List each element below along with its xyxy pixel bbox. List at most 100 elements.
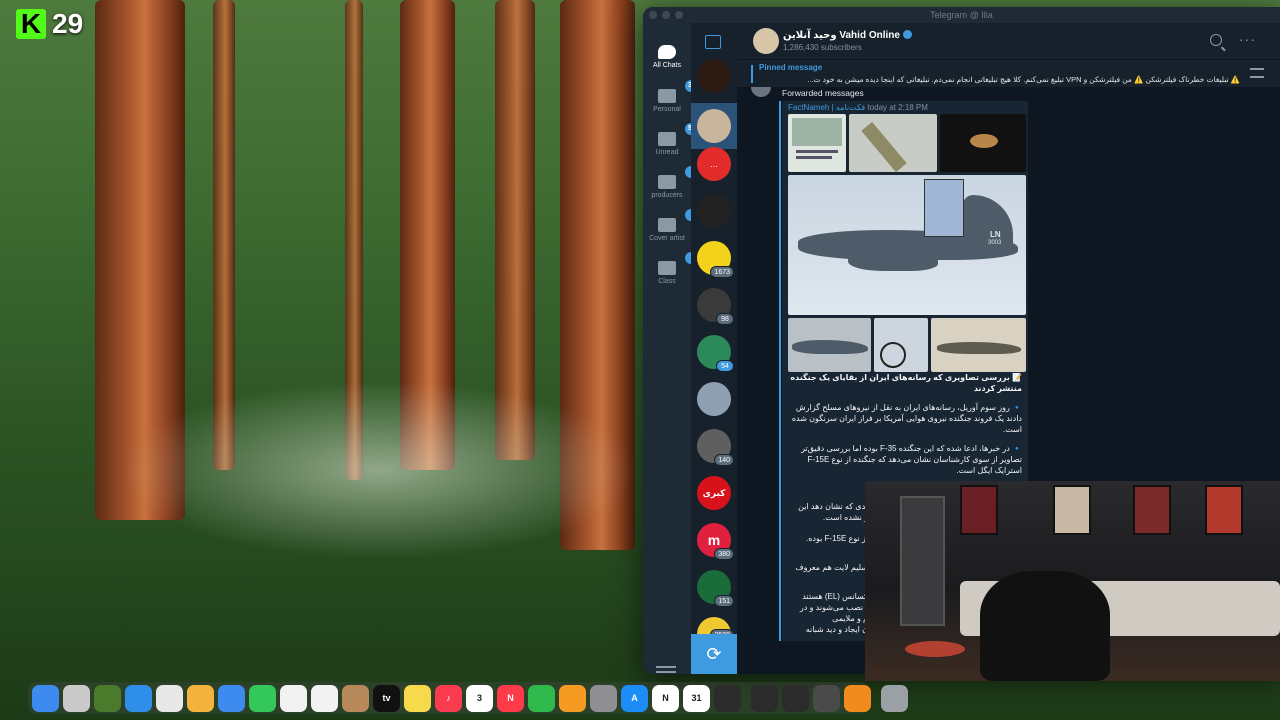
- chat-header[interactable]: وحید آنلاین Vahid Online 1,286,430 subsc…: [737, 23, 1280, 59]
- photo-thumbnail[interactable]: [849, 114, 937, 172]
- dock-app-numbers[interactable]: [528, 684, 555, 712]
- photo-thumbnail[interactable]: [940, 114, 1026, 172]
- dock-app-app-dark-2[interactable]: [751, 684, 778, 712]
- chat-avatar[interactable]: 98: [697, 288, 734, 325]
- folder-icon: 1: [658, 209, 701, 232]
- message-line: کسانس (EL) هستند: [802, 592, 868, 601]
- photo-thumbnail[interactable]: [788, 318, 871, 372]
- folder-label: All Chats: [652, 62, 681, 69]
- chat-avatar[interactable]: [697, 59, 731, 93]
- wall-poster: [1053, 485, 1091, 535]
- dock-app-launchpad[interactable]: [63, 684, 90, 712]
- pinned-text: ⚠️ تبلیغات خطرناک فیلترشکن ⚠️ من فیلترشک…: [807, 75, 1240, 84]
- chat-avatar[interactable]: 151: [697, 570, 734, 607]
- dock-app-unity[interactable]: [782, 684, 809, 712]
- folder-label: producers: [651, 192, 683, 199]
- window-titlebar[interactable]: Telegram @ Ilia: [643, 7, 1280, 23]
- dock-app-freeform[interactable]: [311, 684, 338, 712]
- dock: tv ♪ 3 N A N 31: [28, 682, 908, 714]
- folder-class[interactable]: 2 Class: [643, 252, 701, 285]
- chat-avatar[interactable]: [697, 194, 731, 228]
- photo-thumbnail[interactable]: [788, 114, 846, 172]
- message-line: سلیم لایت هم معروف: [795, 563, 868, 572]
- refresh-icon[interactable]: ⟳: [691, 634, 737, 674]
- pinned-message-bar[interactable]: Pinned message ⚠️ تبلیغات خطرناک فیلترشک…: [737, 59, 1280, 87]
- dock-app-photos[interactable]: [187, 684, 214, 712]
- dock-app-reminders[interactable]: [280, 684, 307, 712]
- search-icon[interactable]: [1210, 34, 1222, 46]
- chat-bubbles-icon: [658, 45, 676, 59]
- chat-avatar[interactable]: 140: [697, 429, 734, 466]
- message-time: today at 2:18 PM: [867, 103, 928, 112]
- wall-poster: [1133, 485, 1171, 535]
- folder-unread[interactable]: 534 Unread: [643, 123, 703, 156]
- dock-app-facetime[interactable]: [249, 684, 276, 712]
- dock-app-app-green[interactable]: [94, 684, 121, 712]
- stream-number: 29: [52, 8, 84, 39]
- unread-count: 380: [714, 548, 734, 560]
- dock-app-calendar-2[interactable]: 31: [683, 684, 710, 712]
- folder-icon: 393: [658, 80, 703, 103]
- dock-app-fl-studio[interactable]: [844, 684, 871, 712]
- more-options-icon[interactable]: ···: [1239, 31, 1256, 47]
- photo-thumbnail[interactable]: [931, 318, 1026, 372]
- verified-icon: [902, 30, 912, 39]
- dock-app-app-gray[interactable]: [813, 684, 840, 712]
- folder-cover-artist[interactable]: 1 Cover artist: [643, 209, 701, 242]
- dock-app-app-store[interactable]: A: [621, 684, 648, 712]
- subscriber-count: 1,286,430 subscribers: [783, 43, 862, 52]
- dock-app-calendar[interactable]: 3: [466, 684, 493, 712]
- channel-avatar[interactable]: [753, 28, 779, 54]
- dock-app-notes[interactable]: [404, 684, 431, 712]
- dock-app-pages[interactable]: [559, 684, 586, 712]
- photo-content: [861, 121, 907, 172]
- chat-avatar[interactable]: 54: [697, 335, 734, 372]
- chat-avatar[interactable]: [697, 382, 731, 416]
- dock-app-safari[interactable]: [125, 684, 152, 712]
- chat-avatar[interactable]: کبری: [697, 476, 731, 510]
- folder-label: Unread: [655, 149, 679, 156]
- photo-content: [880, 342, 906, 368]
- dock-app-notion[interactable]: N: [652, 684, 679, 712]
- forward-indicator: [779, 101, 781, 641]
- forward-source-name[interactable]: FactNameh | فکت‌نامه: [788, 103, 865, 112]
- dock-app-finder[interactable]: [32, 684, 59, 712]
- chat-avatar-vahid[interactable]: [697, 109, 731, 143]
- folder-personal[interactable]: 393 Personal: [643, 80, 703, 113]
- dock-app-music[interactable]: ♪: [435, 684, 462, 712]
- dock-app-chrome[interactable]: [156, 684, 183, 712]
- message-continued: ندی که نشان دهد این ر نشده است. از نوع F…: [788, 501, 868, 635]
- photo-large[interactable]: LN 3003: [788, 175, 1026, 315]
- chat-avatar[interactable]: 1673: [697, 241, 734, 278]
- settings-sliders-icon[interactable]: [656, 663, 676, 674]
- photo-thumbnail[interactable]: [874, 318, 928, 372]
- dock-app-contacts[interactable]: [342, 684, 369, 712]
- folder-producers[interactable]: 3 producers: [643, 166, 701, 199]
- chat-avatar[interactable]: ...: [697, 147, 731, 181]
- gaming-chair: [980, 571, 1110, 681]
- shelf: [900, 496, 945, 626]
- chat-bubble-icon: 534: [658, 123, 703, 146]
- chat-avatar[interactable]: m 380: [697, 523, 734, 560]
- unread-count: 151: [714, 595, 734, 607]
- chat-avatar-text: m: [707, 532, 721, 548]
- wall-poster: [1205, 485, 1243, 535]
- dock-app-app-dark-1[interactable]: [714, 684, 741, 712]
- dock-app-system-settings[interactable]: [590, 684, 617, 712]
- photo-content: [796, 156, 832, 159]
- folder-all-chats[interactable]: All Chats: [643, 45, 691, 69]
- unread-count: 54: [716, 360, 734, 372]
- compose-icon[interactable]: [705, 35, 721, 49]
- wall-poster: [960, 485, 998, 535]
- channel-name-text: وحید آنلاین Vahid Online: [783, 30, 900, 41]
- dock-app-news[interactable]: N: [497, 684, 524, 712]
- message-paragraph: 🔹 در خبرها، ادعا شده که این جنگنده F-35 …: [801, 444, 1022, 475]
- dock-app-trash[interactable]: [881, 684, 908, 712]
- channel-name[interactable]: وحید آنلاین Vahid Online: [783, 30, 912, 41]
- dock-app-apple-tv[interactable]: tv: [373, 684, 400, 712]
- message-avatar[interactable]: [751, 87, 771, 97]
- dock-app-mail[interactable]: [218, 684, 245, 712]
- photo-content: [792, 118, 842, 146]
- forward-source[interactable]: FactNameh | فکت‌نامه today at 2:18 PM: [788, 103, 928, 112]
- pinned-list-icon[interactable]: [1250, 68, 1264, 78]
